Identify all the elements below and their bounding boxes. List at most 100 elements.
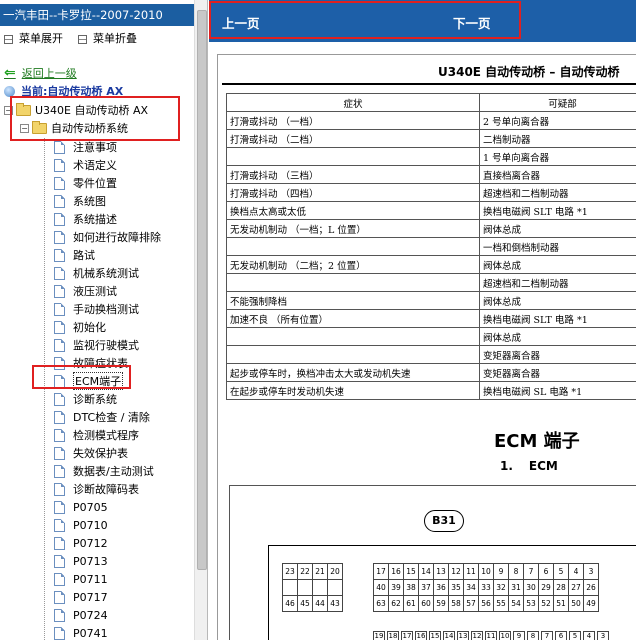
table-row: 打滑或抖动 （四档） 超速档和二档制动器	[226, 183, 636, 202]
connector-pin: 37	[418, 579, 434, 596]
tree-item[interactable]: P0705	[54, 498, 161, 516]
tree-item[interactable]: 注意事项	[54, 138, 161, 156]
connector-pin: 5	[553, 563, 569, 580]
connector-pin: 34	[463, 579, 479, 596]
tree-item[interactable]: 检测模式程序	[54, 426, 161, 444]
suspect-cell: 换档电磁阀 SL 电路 *1	[479, 381, 636, 400]
connector-pin: 63	[373, 595, 389, 612]
table-row: 打滑或抖动 （一档） 2 号单向离合器	[226, 111, 636, 130]
tree-item[interactable]: 液压测试	[54, 282, 161, 300]
document-icon	[54, 626, 65, 640]
tree-item[interactable]: 系统图	[54, 192, 161, 210]
connector-pin: 36	[433, 579, 449, 596]
connector-pin: 28	[553, 579, 569, 596]
tree-item[interactable]: 机械系统测试	[54, 264, 161, 282]
suspect-cell: 超速档和二档制动器	[479, 183, 636, 202]
tree-item[interactable]: P0711	[54, 570, 161, 588]
symptom-cell: 换档点太高或太低	[226, 201, 480, 220]
connector-pin: 46	[282, 595, 298, 612]
tree-item[interactable]: 诊断故障码表	[54, 480, 161, 498]
tree-item[interactable]: 如何进行故障排除	[54, 228, 161, 246]
page-header: U340E 自动传动桥 – 自动传动桥	[438, 65, 620, 79]
document-icon	[54, 608, 65, 622]
document-icon	[54, 500, 65, 514]
tree-item[interactable]: 路试	[54, 246, 161, 264]
section-title: ECM 端子	[494, 431, 580, 452]
menu-expand-button[interactable]: 菜单展开	[4, 32, 63, 46]
suspect-cell: 阀体总成	[479, 327, 636, 346]
tree-item[interactable]: 系统描述	[54, 210, 161, 228]
symptom-cell	[226, 345, 480, 364]
tree-item[interactable]: P0717	[54, 588, 161, 606]
connector-pin: 22	[297, 563, 313, 580]
connector-pin	[297, 579, 313, 596]
tree-item-label: 系统描述	[73, 213, 117, 226]
tree-item[interactable]: P0713	[54, 552, 161, 570]
tree-item[interactable]: 故障症状表	[54, 354, 161, 372]
collapse-toggle-icon[interactable]: −	[4, 105, 13, 115]
connector-pin: 51	[553, 595, 569, 612]
tree-item[interactable]: P0741	[54, 624, 161, 640]
tree-item[interactable]: 监视行驶模式	[54, 336, 161, 354]
connector-pin: 29	[538, 579, 554, 596]
tree-item[interactable]: DTC检查 / 清除	[54, 408, 161, 426]
document-icon	[54, 284, 65, 298]
expand-all-icon	[4, 34, 13, 44]
connector-pin: 54	[508, 595, 524, 612]
back-link[interactable]: ⇐ 返回上一级	[4, 65, 77, 81]
tree-item[interactable]: 数据表/主动测试	[54, 462, 161, 480]
connector-pin	[312, 579, 328, 596]
tree-item[interactable]: 术语定义	[54, 156, 161, 174]
connector-pin: 16	[415, 631, 427, 640]
symptom-cell: 无发动机制动 （二档；2 位置）	[226, 255, 480, 274]
menu-collapse-button[interactable]: 菜单折叠	[78, 32, 137, 46]
collapse-toggle-icon[interactable]: −	[20, 123, 29, 133]
connector-pin: 8	[527, 631, 539, 640]
collapse-all-icon	[78, 34, 87, 44]
tree-item[interactable]: 失效保护表	[54, 444, 161, 462]
tree-item[interactable]: 手动换档测试	[54, 300, 161, 318]
connector-pin: 3	[597, 631, 609, 640]
tree-item-label: 失效保护表	[73, 447, 128, 460]
tree-node-system[interactable]: − 自动传动桥系统	[20, 119, 128, 137]
tree-item[interactable]: 初始化	[54, 318, 161, 336]
tree-item[interactable]: P0710	[54, 516, 161, 534]
left-scrollbar[interactable]	[194, 0, 207, 640]
tree-item[interactable]: 零件位置	[54, 174, 161, 192]
left-menu-panel: 一汽丰田--卡罗拉--2007-2010 菜单展开 菜单折叠 ⇐ 返回上一级 当…	[0, 0, 208, 640]
document-icon	[54, 446, 65, 460]
document-icon	[54, 140, 65, 154]
next-page-button[interactable]: 下一页	[453, 13, 491, 32]
left-scrollbar-thumb[interactable]	[197, 10, 207, 570]
column-header-suspect: 可疑部	[479, 93, 636, 112]
tree-item-label: ECM端子	[73, 372, 124, 390]
connector-pin: 11	[463, 563, 479, 580]
tree-item[interactable]: P0724	[54, 606, 161, 624]
table-row: 变矩器离合器	[226, 345, 636, 364]
symptom-table: 症状 可疑部 打滑或抖动 （一档） 2 号单向离合器 打滑或抖动 （二档） 二档制动器…	[226, 93, 636, 400]
tree-item[interactable]: ECM端子	[54, 372, 161, 390]
connector-pin: 27	[568, 579, 584, 596]
tree-item[interactable]: 诊断系统	[54, 390, 161, 408]
connector-pin: 15	[403, 563, 419, 580]
connector-pins-right: 17 16 15 14 13 12 11 10 9 8 7 6 5 4 3 40 39 38 37 36 35 34 33 3…	[373, 563, 599, 612]
document-icon	[54, 230, 65, 244]
suspect-cell: 换档电磁阀 SLT 电路 *1	[479, 309, 636, 328]
suspect-cell: 一档和倒档制动器	[479, 237, 636, 256]
prev-page-button[interactable]: 上一页	[222, 13, 260, 32]
connector-pin: 10	[499, 631, 511, 640]
connector-pin: 50	[568, 595, 584, 612]
table-row: 无发动机制动 （二档；2 位置） 阀体总成	[226, 255, 636, 274]
tree-item-label: 故障症状表	[73, 357, 128, 370]
document-icon	[54, 428, 65, 442]
suspect-cell: 2 号单向离合器	[479, 111, 636, 130]
tree-item[interactable]: P0712	[54, 534, 161, 552]
document-icon	[54, 374, 65, 388]
suspect-cell: 阀体总成	[479, 255, 636, 274]
tree-item-label: P0710	[73, 518, 108, 532]
tree-node-root[interactable]: − U340E 自动传动桥 AX	[4, 101, 148, 119]
symptom-cell: 在起步或停车时发动机失速	[226, 381, 480, 400]
connector-pin: 31	[508, 579, 524, 596]
current-location-icon	[4, 85, 15, 97]
suspect-cell: 换档电磁阀 SLT 电路 *1	[479, 201, 636, 220]
